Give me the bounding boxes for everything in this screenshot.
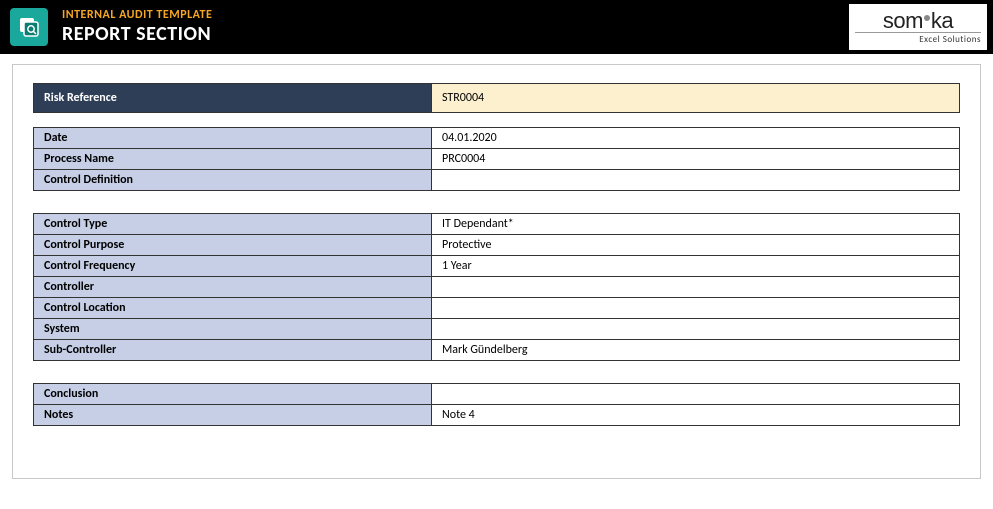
control-purpose-value[interactable]: Protective bbox=[432, 235, 959, 255]
control-frequency-row: Control Frequency 1 Year bbox=[33, 255, 960, 277]
control-type-label: Control Type bbox=[34, 214, 432, 234]
brand-dot-icon bbox=[924, 15, 930, 21]
conclusion-row: Conclusion bbox=[33, 383, 960, 405]
sub-controller-value[interactable]: Mark Gündelberg bbox=[432, 340, 959, 360]
control-purpose-row: Control Purpose Protective bbox=[33, 234, 960, 256]
notes-row: Notes Note 4 bbox=[33, 404, 960, 426]
brand-name: somka bbox=[883, 10, 953, 32]
app-logo-icon bbox=[10, 8, 48, 46]
risk-reference-row: Risk Reference STR0004 bbox=[33, 83, 960, 113]
risk-reference-group: Risk Reference STR0004 bbox=[33, 83, 960, 113]
system-row: System bbox=[33, 318, 960, 340]
conclusion-value[interactable] bbox=[432, 384, 959, 404]
control-frequency-label: Control Frequency bbox=[34, 256, 432, 276]
brand-subtitle: Excel Solutions bbox=[855, 32, 981, 45]
control-location-label: Control Location bbox=[34, 298, 432, 318]
date-row: Date 04.01.2020 bbox=[33, 127, 960, 149]
controller-row: Controller bbox=[33, 276, 960, 298]
header-super-title: INTERNAL AUDIT TEMPLATE bbox=[62, 9, 212, 22]
risk-reference-label: Risk Reference bbox=[34, 84, 432, 112]
control-location-value[interactable] bbox=[432, 298, 959, 318]
brand-name-p2: ka bbox=[931, 8, 953, 33]
process-name-row: Process Name PRC0004 bbox=[33, 148, 960, 170]
app-header: INTERNAL AUDIT TEMPLATE REPORT SECTION s… bbox=[0, 0, 993, 54]
notes-label: Notes bbox=[34, 405, 432, 425]
control-definition-row: Control Definition bbox=[33, 169, 960, 191]
control-location-row: Control Location bbox=[33, 297, 960, 319]
control-definition-label: Control Definition bbox=[34, 170, 432, 190]
controller-label: Controller bbox=[34, 277, 432, 297]
control-frequency-value[interactable]: 1 Year bbox=[432, 256, 959, 276]
header-titles: INTERNAL AUDIT TEMPLATE REPORT SECTION bbox=[62, 9, 212, 44]
system-label: System bbox=[34, 319, 432, 339]
control-group: Control Type IT Dependant* Control Purpo… bbox=[33, 213, 960, 361]
notes-value[interactable]: Note 4 bbox=[432, 405, 959, 425]
brand-box: somka Excel Solutions bbox=[849, 4, 987, 50]
conclusion-label: Conclusion bbox=[34, 384, 432, 404]
sub-controller-row: Sub-Controller Mark Gündelberg bbox=[33, 339, 960, 361]
footer-group: Conclusion Notes Note 4 bbox=[33, 383, 960, 426]
sub-controller-label: Sub-Controller bbox=[34, 340, 432, 360]
risk-reference-value[interactable]: STR0004 bbox=[432, 84, 959, 112]
process-name-value[interactable]: PRC0004 bbox=[432, 149, 959, 169]
meta-group: Date 04.01.2020 Process Name PRC0004 Con… bbox=[33, 127, 960, 191]
control-type-row: Control Type IT Dependant* bbox=[33, 213, 960, 235]
control-type-value[interactable]: IT Dependant* bbox=[432, 214, 959, 234]
control-definition-value[interactable] bbox=[432, 170, 959, 190]
process-name-label: Process Name bbox=[34, 149, 432, 169]
report-sheet: Risk Reference STR0004 Date 04.01.2020 P… bbox=[12, 64, 981, 479]
controller-value[interactable] bbox=[432, 277, 959, 297]
brand-name-p1: som bbox=[883, 8, 923, 33]
date-label: Date bbox=[34, 128, 432, 148]
control-purpose-label: Control Purpose bbox=[34, 235, 432, 255]
system-value[interactable] bbox=[432, 319, 959, 339]
header-main-title: REPORT SECTION bbox=[62, 23, 212, 45]
date-value[interactable]: 04.01.2020 bbox=[432, 128, 959, 148]
